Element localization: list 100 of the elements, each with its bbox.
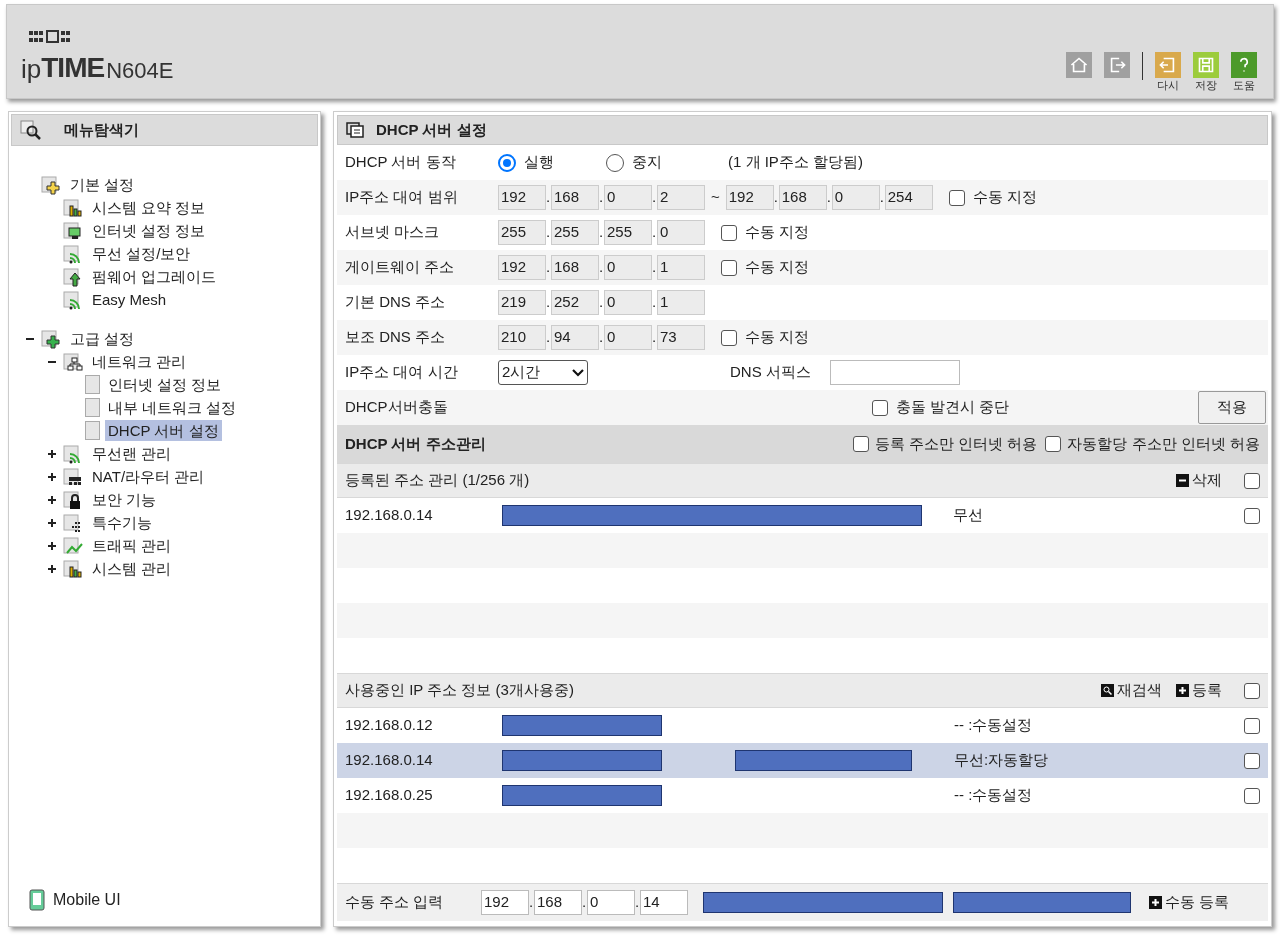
octet-field[interactable]: 2	[657, 185, 705, 210]
octet-field[interactable]: 192	[725, 185, 774, 210]
expand-icon[interactable]	[48, 472, 56, 481]
octet-field[interactable]: 252	[551, 290, 599, 315]
octet-field[interactable]: 0	[587, 890, 635, 915]
tree-item[interactable]: 기본 설정	[67, 174, 138, 195]
tree-item[interactable]: NAT/라우터 관리	[89, 466, 208, 487]
mobile-ui-link[interactable]: Mobile UI	[9, 888, 320, 926]
checkbox[interactable]	[721, 224, 737, 241]
tree-item[interactable]: Easy Mesh	[89, 289, 170, 310]
octet-field[interactable]: 192	[498, 255, 546, 280]
action-button[interactable]: 등록	[1176, 679, 1222, 702]
octet-field[interactable]: 1	[657, 255, 705, 280]
upload-icon	[63, 266, 84, 287]
octet-field[interactable]: 255	[551, 220, 599, 245]
tree-item[interactable]: 시스템 관리	[89, 558, 175, 579]
octet-field[interactable]: 1	[657, 290, 705, 315]
expand-icon[interactable]	[48, 518, 56, 527]
octet-field[interactable]: 255	[498, 220, 546, 245]
checkbox[interactable]	[1244, 752, 1260, 769]
octet-field[interactable]: 0	[604, 255, 652, 280]
checkbox[interactable]	[721, 259, 737, 276]
help-button[interactable]: 도움	[1229, 52, 1259, 92]
manual-register-button[interactable]: 수동 등록	[1149, 891, 1230, 914]
page-icon	[85, 398, 100, 417]
checkbox[interactable]	[872, 399, 888, 416]
tree-item[interactable]: 펌웨어 업그레이드	[89, 266, 220, 287]
checkbox[interactable]	[721, 329, 737, 346]
expand-icon[interactable]	[48, 541, 56, 550]
tree-item[interactable]: 보안 기능	[89, 489, 160, 510]
tree-item[interactable]: 인터넷 설정 정보	[89, 220, 209, 241]
field-label: 서브넷 마스크	[345, 222, 441, 243]
tree-item[interactable]: 무선랜 관리	[89, 443, 175, 464]
list-title: 사용중인 IP 주소 정보 (3개사용중)	[345, 680, 575, 701]
apply-button[interactable]: 적용	[1198, 391, 1266, 424]
line-chart-icon	[63, 535, 84, 556]
octet-field[interactable]: 0	[657, 220, 705, 245]
checkbox[interactable]	[1244, 507, 1260, 524]
save-button[interactable]: 저장	[1191, 52, 1221, 92]
undo-button[interactable]: 다시	[1153, 52, 1183, 92]
octet-field[interactable]: 219	[498, 290, 546, 315]
checkbox-label: 충돌 발견시 중단	[896, 397, 1010, 418]
octet-field[interactable]: 0	[604, 185, 652, 210]
expand-icon[interactable]	[48, 564, 56, 573]
octet-field[interactable]: 0	[831, 185, 880, 210]
status-note: (1 개 IP주소 할당됨)	[728, 152, 863, 173]
checkbox[interactable]	[948, 189, 965, 206]
octet-field[interactable]: 168	[534, 890, 582, 915]
monitor-icon	[63, 220, 84, 241]
octet-field[interactable]: 0	[604, 290, 652, 315]
octet-field[interactable]: 255	[604, 220, 652, 245]
checkbox[interactable]	[852, 436, 869, 452]
list-title: 등록된 주소 관리 (1/256 개)	[345, 470, 531, 491]
checkbox[interactable]	[1244, 682, 1260, 699]
checkbox[interactable]	[1045, 436, 1062, 452]
logout-icon	[1104, 52, 1130, 78]
tree-item[interactable]: 고급 설정	[67, 328, 138, 349]
octet-field[interactable]: 168	[778, 185, 827, 210]
tree-item[interactable]: 시스템 요약 정보	[89, 197, 209, 218]
octet-field[interactable]: 94	[551, 325, 599, 350]
tree-item[interactable]: 무선 설정/보안	[89, 243, 194, 264]
octet-field[interactable]: 210	[498, 325, 546, 350]
octet-field[interactable]: 192	[498, 185, 546, 210]
octet-field[interactable]: 168	[551, 255, 599, 280]
octet-field[interactable]: 192	[481, 890, 529, 915]
save-icon	[1193, 52, 1219, 78]
tree-item[interactable]: DHCP 서버 설정	[105, 420, 222, 441]
table-row[interactable]: 192.168.0.14 무선:자동할당	[337, 743, 1268, 778]
connection-type: -- :수동설정	[954, 715, 1034, 736]
field-label: DHCP 서버 동작	[345, 152, 457, 173]
octet-field[interactable]: 14	[640, 890, 688, 915]
tree-item[interactable]: 내부 네트워크 설정	[105, 397, 240, 418]
dot-separator: .	[599, 292, 604, 313]
checkbox[interactable]	[1244, 717, 1260, 734]
radio-button[interactable]	[498, 153, 516, 172]
router-icon	[63, 466, 84, 487]
octet-field[interactable]: 0	[604, 325, 652, 350]
octet-field[interactable]: 73	[657, 325, 705, 350]
octet-field[interactable]: 254	[884, 185, 933, 210]
checkbox[interactable]	[1244, 787, 1260, 804]
lease-select[interactable]: 2시간	[498, 360, 588, 385]
action-button[interactable]: 재검색	[1101, 679, 1162, 702]
expand-icon[interactable]	[48, 449, 56, 458]
dot-separator: .	[652, 222, 657, 243]
radio-label: 중지	[632, 152, 662, 173]
field-label: 수동 주소 입력	[345, 892, 445, 913]
tree-item[interactable]: 인터넷 설정 정보	[105, 374, 225, 395]
octet-field[interactable]: 168	[551, 185, 599, 210]
field-label: 기본 DNS 주소	[345, 292, 446, 313]
tree-item[interactable]: 네트워크 관리	[89, 351, 190, 372]
action-button[interactable]: 삭제	[1176, 469, 1222, 492]
tree-item[interactable]: 트래픽 관리	[89, 535, 175, 556]
window-icon	[346, 122, 364, 138]
dns-suffix-field[interactable]	[830, 360, 960, 385]
checkbox[interactable]	[1244, 472, 1260, 489]
tree-item[interactable]: 특수기능	[89, 512, 155, 533]
page-icon	[85, 375, 100, 394]
field-label: IP주소 대여 범위	[345, 187, 459, 208]
expand-icon[interactable]	[48, 495, 56, 504]
ip-address: 192.168.0.14	[345, 505, 434, 526]
